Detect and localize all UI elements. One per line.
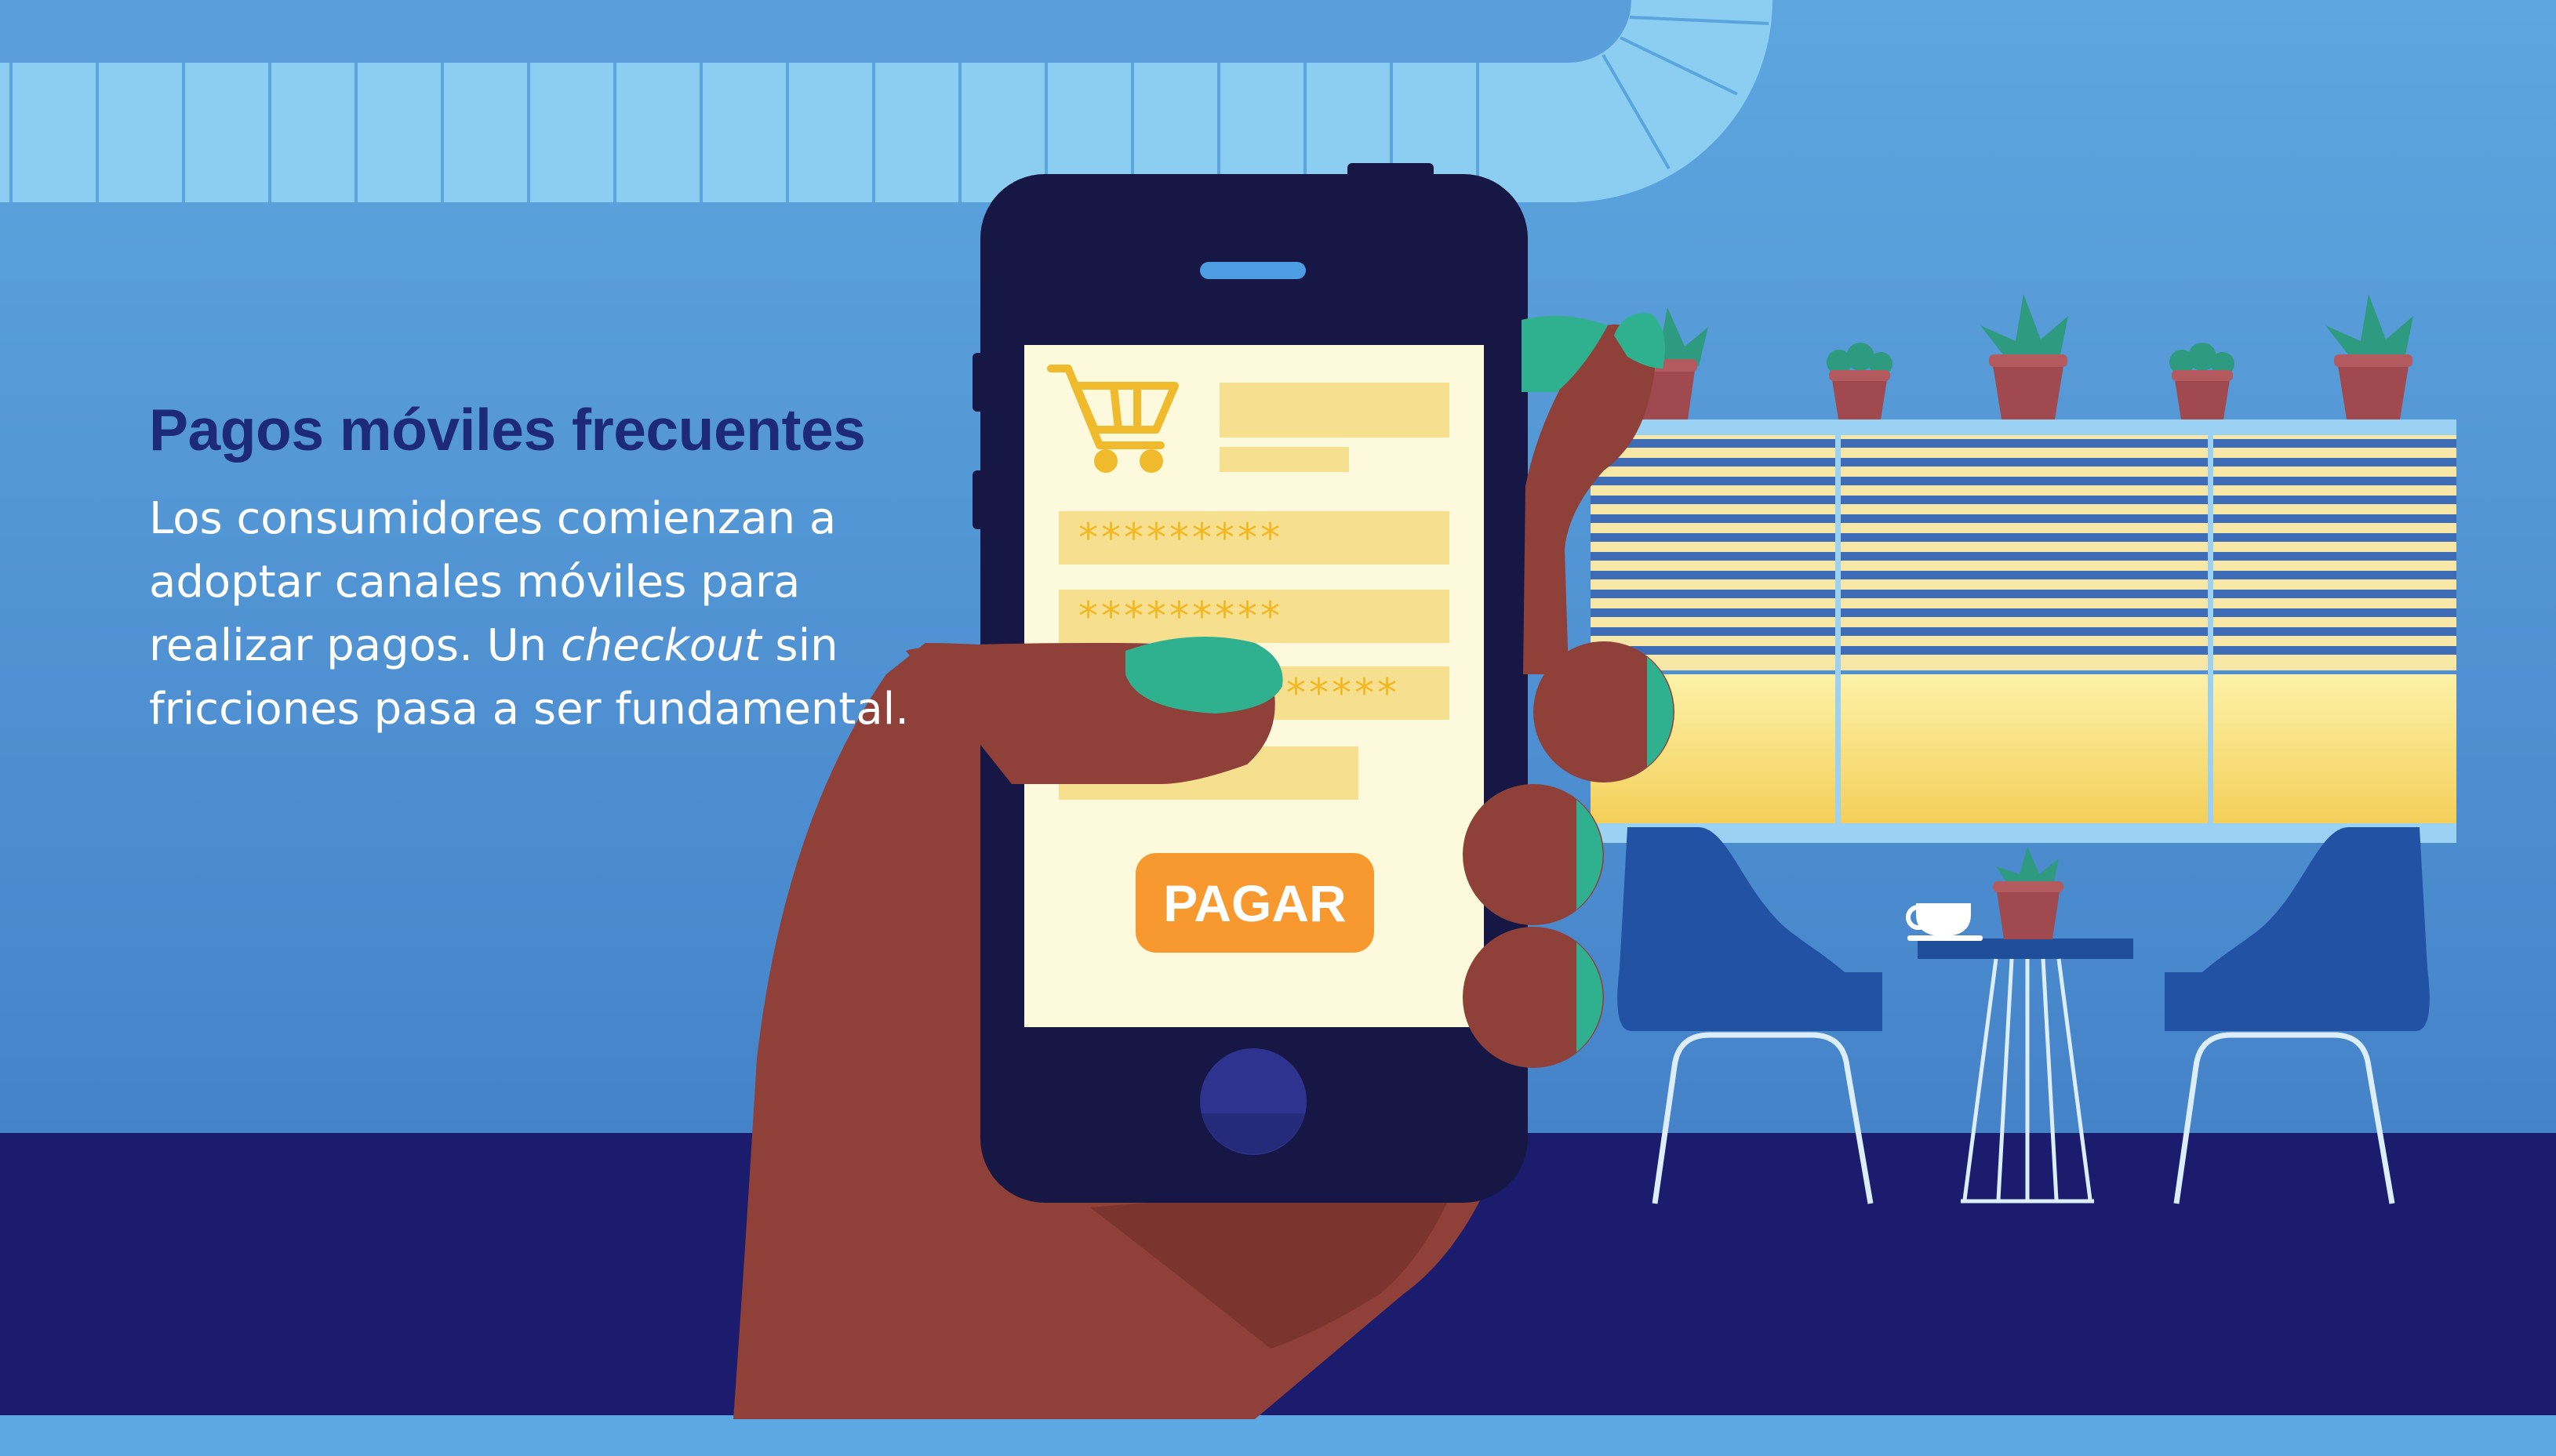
- card-expiry-mask: *********: [1078, 594, 1283, 639]
- finger: [1463, 784, 1604, 925]
- card-body: Los consumidores comienzan a adoptar can…: [149, 487, 918, 741]
- info-card: Pagos móviles frecuentes Los consumidore…: [149, 396, 918, 741]
- product-price-placeholder: [1220, 447, 1349, 472]
- finger: [1533, 641, 1674, 782]
- card-body-emphasis: checkout: [560, 620, 762, 671]
- finger: [1463, 927, 1604, 1068]
- counter: [1591, 419, 2456, 843]
- pay-button-label: PAGAR: [1163, 874, 1346, 932]
- card-title: Pagos móviles frecuentes: [149, 397, 866, 463]
- ceiling-rail: [0, 0, 1772, 202]
- speaker-slot: [1200, 262, 1306, 279]
- card-number-mask: *********: [1078, 515, 1283, 561]
- floor-edge: [0, 1415, 2556, 1456]
- cvv-mask: *****: [1286, 670, 1400, 716]
- product-title-placeholder: [1220, 383, 1449, 438]
